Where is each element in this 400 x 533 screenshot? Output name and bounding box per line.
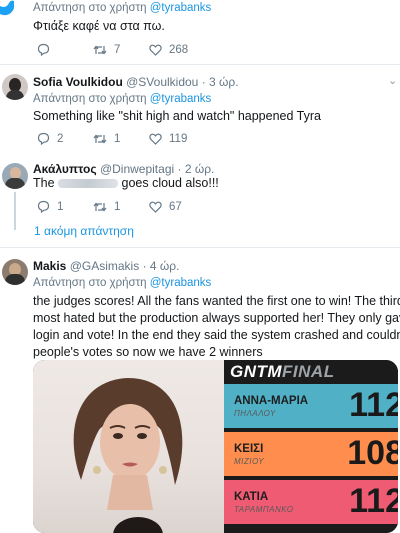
retweet-button[interactable]: 1 xyxy=(93,201,149,213)
tweet-text-part: goes cloud also!!! xyxy=(118,176,219,190)
scoreboard: GNTMFINAL ΑΝΝΑ-ΜΑΡΙΑ ΠΗΛΑΛΟΥ 112 ΚΕΙΣΙ Μ… xyxy=(224,360,398,533)
tweet-text: The goes cloud also!!! xyxy=(33,175,219,192)
scoreboard-title-final: FINAL xyxy=(282,362,335,381)
heart-icon xyxy=(149,44,162,56)
tweet-header: Makis @GAsimakis · 4 ώρ. xyxy=(33,259,179,273)
tweet-text: Something like "shit high and watch" hap… xyxy=(33,109,321,123)
like-count: 119 xyxy=(169,132,188,145)
heart-icon xyxy=(149,133,162,145)
contestant-name: ΑΝΝΑ-ΜΑΡΙΑ xyxy=(234,395,309,407)
chevron-down-icon[interactable]: ⌄ xyxy=(388,74,397,87)
reply-count: 1 xyxy=(57,200,64,213)
like-count: 67 xyxy=(169,200,182,213)
like-count: 268 xyxy=(169,43,189,56)
display-name[interactable]: Makis xyxy=(33,259,66,273)
timestamp[interactable]: · 3 ώρ. xyxy=(202,75,239,89)
reply-to-handle[interactable]: @tyrabanks xyxy=(150,277,212,289)
retweet-count: 1 xyxy=(114,132,121,145)
like-button[interactable]: 67 xyxy=(149,201,205,213)
thread-line xyxy=(14,192,16,230)
contestant-score: 112 xyxy=(349,386,398,424)
like-button[interactable]: 268 xyxy=(149,44,205,56)
reply-to-line: Απάντηση στο χρήστη @tyrabanks xyxy=(33,93,211,105)
tweet-text-line: the judges scores! All the fans wanted t… xyxy=(33,294,400,308)
scoreboard-title: GNTMFINAL xyxy=(230,362,335,384)
tweet-text-line: most hated but the production always sup… xyxy=(33,311,400,325)
user-handle[interactable]: @Dinwepitagi xyxy=(100,162,174,176)
avatar[interactable] xyxy=(2,163,28,189)
tweet-text: Φτιάξε καφέ να στα πω. xyxy=(33,19,165,33)
reply-to-handle[interactable]: @tyrabanks xyxy=(150,93,212,105)
tweet-actions: 1 1 67 xyxy=(37,200,205,213)
reply-to-line: Απάντηση στο χρήστη @tyrabanks xyxy=(33,2,211,14)
avatar[interactable] xyxy=(2,259,28,285)
retweet-count: 1 xyxy=(114,200,121,213)
retweet-count: 7 xyxy=(114,43,121,56)
tweet-text-line: people's votes so now we have 2 winners xyxy=(33,345,263,359)
reply-to-line: Απάντηση στο χρήστη @tyrabanks xyxy=(33,277,211,289)
contestant-surname: ΜΙΖΙΟΥ xyxy=(234,457,265,466)
divider xyxy=(0,64,400,65)
score-row: ΚΕΙΣΙ ΜΙΖΙΟΥ 108 xyxy=(224,432,398,476)
reply-count: 2 xyxy=(57,132,64,145)
contestant-surname: ΠΗΛΑΛΟΥ xyxy=(234,409,276,418)
score-row: ΑΝΝΑ-ΜΑΡΙΑ ΠΗΛΑΛΟΥ 112 xyxy=(224,384,398,428)
reply-button[interactable]: 1 xyxy=(37,200,93,213)
retweet-icon xyxy=(93,45,107,54)
reply-button[interactable]: 2 xyxy=(37,132,93,145)
contestant-score: 112 xyxy=(349,482,398,520)
reply-to-prefix: Απάντηση στο χρήστη xyxy=(33,277,147,289)
heart-icon xyxy=(149,201,162,213)
twitter-bird-icon xyxy=(0,0,14,18)
timestamp[interactable]: · 4 ώρ. xyxy=(143,259,180,273)
retweet-icon xyxy=(93,134,107,143)
display-name[interactable]: Sofia Voulkidou xyxy=(33,75,123,89)
like-button[interactable]: 119 xyxy=(149,133,205,145)
divider xyxy=(0,247,400,248)
contestant-name: ΚΕΙΣΙ xyxy=(234,443,264,455)
tweet-media[interactable]: GNTMFINAL ΑΝΝΑ-ΜΑΡΙΑ ΠΗΛΑΛΟΥ 112 ΚΕΙΣΙ Μ… xyxy=(33,360,398,533)
more-replies-link[interactable]: 1 ακόμη απάντηση xyxy=(34,224,134,238)
display-name[interactable]: Ακάλυπτος xyxy=(33,162,97,176)
tweet-text-part: The xyxy=(33,176,59,190)
timestamp[interactable]: · 2 ώρ. xyxy=(178,162,215,176)
retweet-button[interactable]: 1 xyxy=(93,133,149,145)
contestant-photo xyxy=(33,360,224,533)
tweet-header: Ακάλυπτος @Dinwepitagi · 2 ώρ. xyxy=(33,162,214,176)
tweet-text: the judges scores! All the fans wanted t… xyxy=(33,293,400,361)
score-row: ΚΑΤΙΑ ΤΑΡΑΜΠΑΝΚΟ 112 xyxy=(224,480,398,524)
reply-to-prefix: Απάντηση στο χρήστη xyxy=(33,2,147,14)
reply-icon xyxy=(37,132,50,145)
contestant-score: 108 xyxy=(347,434,398,472)
reply-to-handle[interactable]: @tyrabanks xyxy=(150,2,212,14)
avatar[interactable] xyxy=(2,74,28,100)
reply-icon xyxy=(37,200,50,213)
contestant-name: ΚΑΤΙΑ xyxy=(234,491,269,503)
tweet-actions: 7 268 xyxy=(37,43,205,56)
contestant-surname: ΤΑΡΑΜΠΑΝΚΟ xyxy=(234,505,294,514)
tweet-text-line: login and vote! In the end they said the… xyxy=(33,328,400,342)
retweet-icon xyxy=(93,202,107,211)
scoreboard-title-main: GNTM xyxy=(230,362,283,381)
tweet-header: Sofia Voulkidou @SVoulkidou · 3 ώρ. xyxy=(33,75,239,89)
redacted-word xyxy=(58,179,119,189)
user-handle[interactable]: @GAsimakis xyxy=(70,259,140,273)
reply-to-prefix: Απάντηση στο χρήστη xyxy=(33,93,147,105)
user-handle[interactable]: @SVoulkidou xyxy=(126,75,198,89)
reply-button[interactable] xyxy=(37,43,93,56)
reply-icon xyxy=(37,43,50,56)
retweet-button[interactable]: 7 xyxy=(93,44,149,56)
tweet-actions: 2 1 119 xyxy=(37,132,205,145)
